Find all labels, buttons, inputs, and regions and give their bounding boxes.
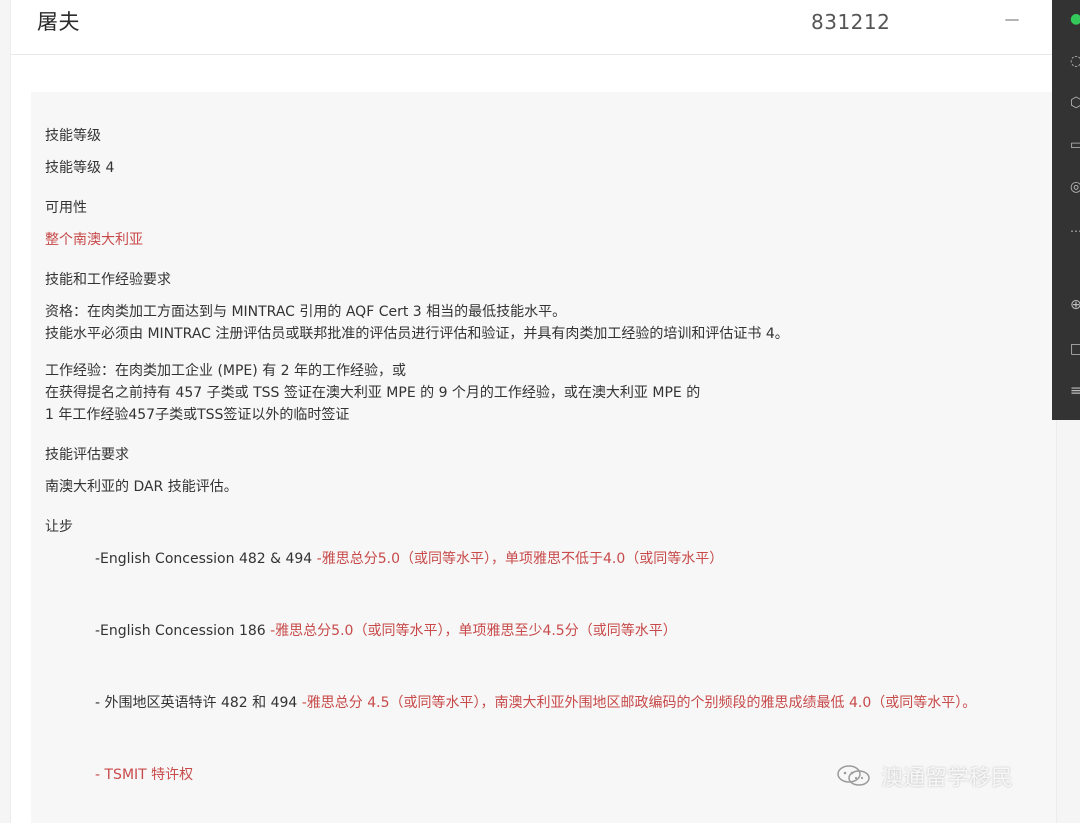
assessment-section: 技能评估要求 南澳大利亚的 DAR 技能评估。 [45,444,1055,498]
chat-icon[interactable]: ● [1070,12,1080,26]
concessions-section: 让步 -English Concession 482 & 494 -雅思总分5.… [45,516,1055,786]
skill-level-title: 技能等级 [45,128,101,144]
square-icon[interactable]: □ [1070,342,1080,356]
cube-icon[interactable]: ⬡ [1070,96,1080,110]
folder-icon[interactable]: ▭ [1070,138,1080,152]
right-toolbar: ● ◌ ⬡ ▭ ◎ ⋯ ⊕ □ ≡ [1052,0,1080,420]
concession-detail: -雅思总分5.0（或同等水平），单项雅思至少4.5分（或同等水平） [270,623,677,639]
qualification-line-2: 技能水平必须由 MINTRAC 注册评估员或联邦批准的评估员进行评估和验证，并具… [45,326,789,342]
concession-item: - 外围地区英语特许 482 和 494 -雅思总分 4.5（或同等水平），南澳… [95,692,1055,714]
occupation-details-content: 技能等级 技能等级 4 可用性 整个南澳大利亚 技能和工作经验要求 资格：在肉类… [45,125,1055,804]
page: 屠夫 831212 技能等级 技能等级 4 可用性 整个南澳大利亚 技能和工作经… [0,0,1080,823]
occupation-title: 屠夫 [37,10,80,34]
link-icon[interactable]: ⊕ [1070,298,1080,312]
concession-item: -English Concession 186 -雅思总分5.0（或同等水平），… [95,620,1055,642]
occupation-card: 屠夫 831212 技能等级 技能等级 4 可用性 整个南澳大利亚 技能和工作经… [10,0,1057,823]
availability-value: 整个南澳大利亚 [45,232,143,248]
qualification-line-1: 资格：在肉类加工方面达到与 MINTRAC 引用的 AQF Cert 3 相当的… [45,304,567,320]
concession-prefix: -English Concession 186 [95,623,271,639]
concession-list: -English Concession 482 & 494 -雅思总分5.0（或… [95,548,1055,786]
occupation-header[interactable]: 屠夫 831212 [11,0,1056,55]
skill-level-value: 技能等级 4 [45,160,115,176]
concession-detail: -雅思总分5.0（或同等水平），单项雅思不低于4.0（或同等水平） [316,551,724,567]
concession-detail: - TSMIT 特许权 [95,767,194,783]
skills-experience-title: 技能和工作经验要求 [45,272,171,288]
concessions-title: 让步 [45,519,73,535]
concession-detail: -雅思总分 4.5（或同等水平），南澳大利亚外围地区邮政编码的个别频段的雅思成绩… [301,695,977,711]
availability-section: 可用性 整个南澳大利亚 [45,197,1055,251]
availability-title: 可用性 [45,200,87,216]
skills-experience-section: 技能和工作经验要求 资格：在肉类加工方面达到与 MINTRAC 引用的 AQF … [45,269,1055,426]
occupation-code: 831212 [811,10,891,34]
skill-level-section: 技能等级 技能等级 4 [45,125,1055,179]
more-icon[interactable]: ⋯ [1070,224,1080,238]
collapse-button[interactable] [1003,10,1023,30]
menu-icon[interactable]: ≡ [1070,384,1080,398]
work-experience-line-3: 1 年工作经验457子类或TSS签证以外的临时签证 [45,407,350,423]
concession-prefix: - 外围地区英语特许 482 和 494 [95,695,302,711]
user-icon[interactable]: ◌ [1070,54,1080,68]
assessment-value: 南澳大利亚的 DAR 技能评估。 [45,479,238,495]
occupation-details-panel: 技能等级 技能等级 4 可用性 整个南澳大利亚 技能和工作经验要求 资格：在肉类… [31,92,1056,823]
aperture-icon[interactable]: ◎ [1070,180,1080,194]
work-experience-line-2: 在获得提名之前持有 457 子类或 TSS 签证在澳大利亚 MPE 的 9 个月… [45,385,701,401]
concession-prefix: -English Concession 482 & 494 [95,551,317,567]
concession-item: - TSMIT 特许权 [95,764,1055,786]
concession-item: -English Concession 482 & 494 -雅思总分5.0（或… [95,548,1055,570]
work-experience-line-1: 工作经验：在肉类加工企业 (MPE) 有 2 年的工作经验，或 [45,363,406,379]
minus-icon [1005,19,1019,21]
assessment-title: 技能评估要求 [45,447,129,463]
